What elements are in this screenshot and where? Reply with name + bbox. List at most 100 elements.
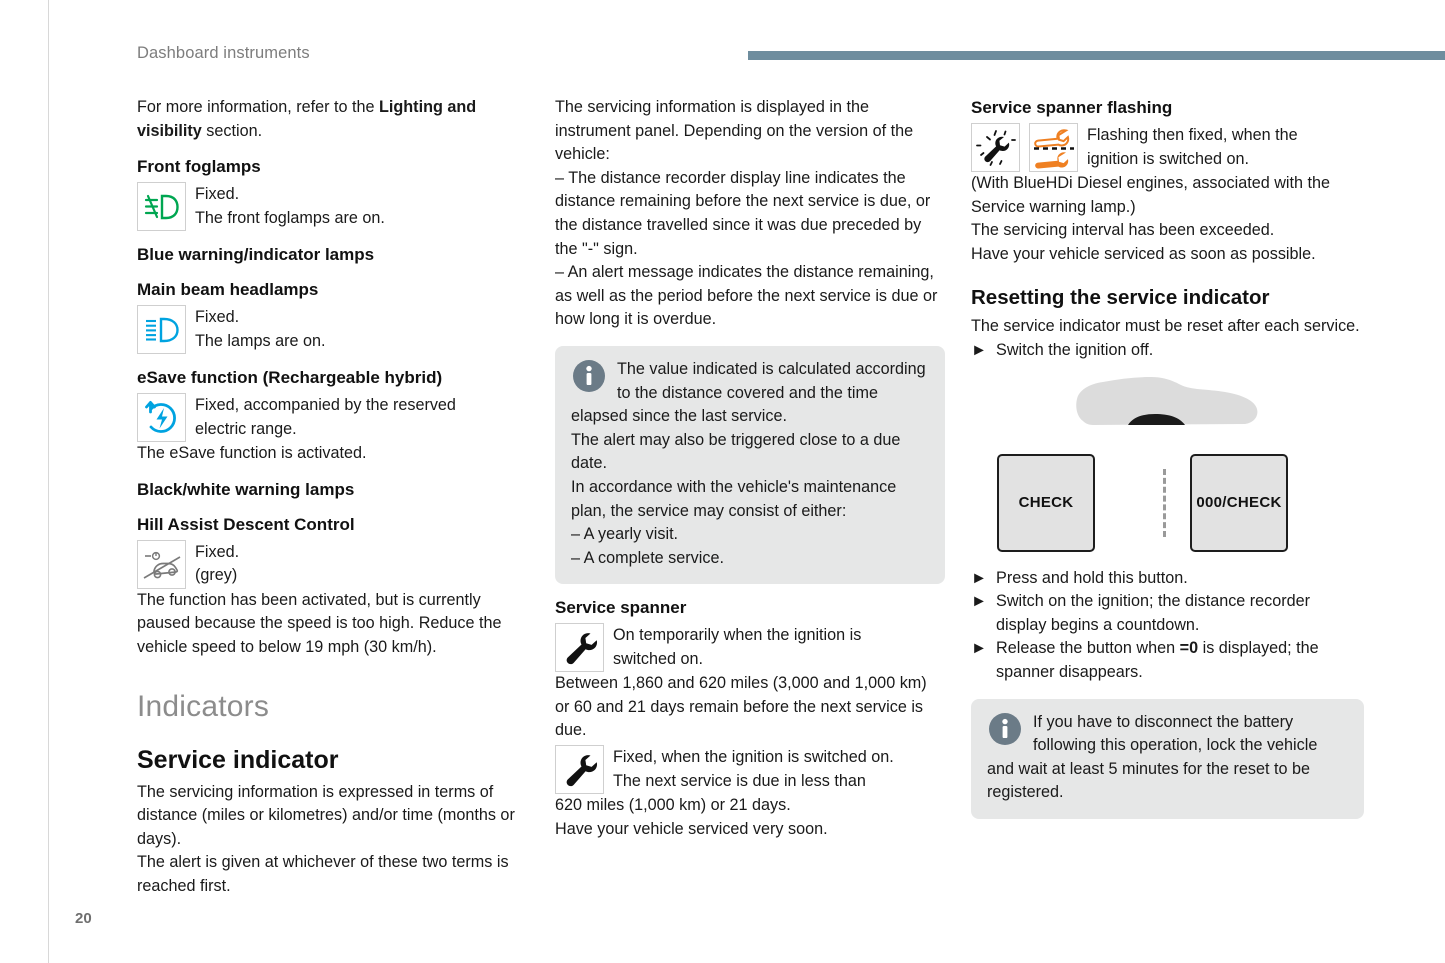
check-button[interactable]: CHECK — [997, 453, 1095, 552]
intro-paragraph: For more information, refer to the Light… — [137, 96, 529, 143]
main-beam-line2: The lamps are on. — [195, 331, 326, 350]
reset-step-3: ► Release the button when =0 is displaye… — [971, 637, 1364, 684]
front-foglamps-line2: The front foglamps are on. — [195, 208, 385, 227]
esave-line1: Fixed, accompanied by the reserved — [195, 396, 456, 415]
heading-spanner-flashing: Service spanner flashing — [971, 98, 1173, 117]
hill-assist-body: The function has been activated, but is … — [137, 590, 502, 656]
esave-icon — [137, 393, 186, 443]
servicing-info-paragraph: The servicing information is displayed i… — [555, 98, 914, 164]
reset-step-0-text: Switch the ignition off. — [996, 340, 1154, 359]
service-indicator-body-1: The servicing information is expressed i… — [137, 782, 515, 848]
esave-after-text: The eSave function is activated. — [137, 444, 367, 463]
callout-line-3: In accordance with the vehicle's mainten… — [571, 477, 897, 520]
column-middle: The servicing information is displayed i… — [555, 96, 945, 841]
esave-row: Fixed, accompanied by the reserved elect… — [137, 393, 529, 443]
hill-assist-descent-control-icon — [137, 539, 186, 589]
heading-blue-lamps: Blue warning/indicator lamps — [137, 245, 375, 265]
heading-esave: eSave function (Rechargeable hybrid) — [137, 368, 443, 388]
heading-main-beam: Main beam headlamps — [137, 280, 319, 300]
spanner-1-line1: On temporarily when the ignition is — [613, 626, 862, 645]
reset-step-3-bold: =0 — [1179, 639, 1199, 658]
esave-text: Fixed, accompanied by the reserved elect… — [195, 393, 456, 441]
heading-hill-assist: Hill Assist Descent Control — [137, 514, 355, 534]
esave-line2: electric range. — [195, 419, 297, 438]
callout-line-1: The value indicated is calculated accord… — [571, 359, 926, 426]
spanner-1-text: On temporarily when the ignition is swit… — [613, 623, 861, 671]
section-heading-indicators: Indicators — [137, 689, 270, 723]
battery-callout-text: If you have to disconnect the battery fo… — [987, 712, 1318, 802]
hill-assist-line1: Fixed. — [195, 542, 240, 561]
info-icon — [989, 712, 1021, 745]
front-foglamps-text: Fixed. The front foglamps are on. — [195, 182, 385, 230]
000-check-button[interactable]: 000/CHECK — [1190, 453, 1288, 552]
main-beam-text: Fixed. The lamps are on. — [195, 305, 325, 353]
diagram-divider — [1163, 468, 1166, 537]
flashing-after-2: The servicing interval has been exceeded… — [971, 221, 1275, 240]
reset-step-1-text: Press and hold this button. — [996, 568, 1188, 587]
callout-item-1: – A yearly visit. — [571, 525, 679, 544]
reset-body: The service indicator must be reset afte… — [971, 317, 1360, 336]
spanner-2-after-1: 620 miles (1,000 km) or 21 days. — [555, 796, 791, 815]
flashing-after-3: Have your vehicle serviced as soon as po… — [971, 244, 1316, 263]
service-spanner-row-2: Fixed, when the ignition is switched on.… — [555, 745, 945, 795]
spanner-flashing-icon — [971, 123, 1020, 172]
triangle-bullet-icon: ► — [971, 592, 988, 611]
front-foglamps-line1: Fixed. — [195, 185, 240, 204]
front-foglamp-icon — [137, 182, 186, 232]
intro-text-2: section. — [201, 121, 263, 140]
heading-front-foglamps: Front foglamps — [137, 157, 261, 177]
triangle-bullet-icon: ► — [971, 568, 988, 587]
spanner-2-after-2: Have your vehicle serviced very soon. — [555, 819, 828, 838]
reset-step-2-text: Switch on the ignition; the distance rec… — [996, 592, 1311, 634]
reset-step-0: ► Switch the ignition off. — [971, 339, 1364, 363]
info-callout-value-calculated: The value indicated is calculated accord… — [555, 345, 945, 585]
spanner-flashing-line1: Flashing then fixed, when the — [1087, 126, 1298, 144]
service-indicator-body-2: The alert is given at whichever of these… — [137, 853, 509, 895]
spanner-icon — [555, 623, 604, 673]
car-silhouette-icon — [1073, 373, 1263, 435]
column-left: For more information, refer to the Light… — [137, 96, 529, 899]
flashing-after-1: (With BlueHDi Diesel engines, associated… — [971, 174, 1330, 216]
callout-line-2: The alert may also be triggered close to… — [571, 430, 901, 473]
spanner-2-line2: The next service is due in less than — [613, 771, 866, 790]
info-icon — [573, 359, 605, 392]
heading-service-spanner: Service spanner — [555, 598, 687, 618]
servicing-bullet-2: – An alert message indicates the distanc… — [555, 263, 938, 329]
spanner-2-line1: Fixed, when the ignition is switched on. — [613, 748, 894, 767]
main-beam-row: Fixed. The lamps are on. — [137, 305, 529, 355]
triangle-bullet-icon: ► — [971, 639, 988, 658]
page-left-divider — [48, 0, 49, 963]
spanner-1-line2: switched on. — [613, 649, 703, 668]
spanner-flashing-alternating-icon — [1029, 123, 1078, 172]
spanner-flashing-row: Flashing then fixed, when the ignition i… — [971, 123, 1364, 172]
hill-assist-text: Fixed. (grey) — [195, 540, 239, 588]
spanner-1-after: Between 1,860 and 620 miles (3,000 and 1… — [555, 674, 927, 740]
hill-assist-line2: (grey) — [195, 566, 238, 585]
page-number: 20 — [75, 910, 92, 927]
spanner-2-text: Fixed, when the ignition is switched on.… — [613, 745, 894, 793]
main-beam-line1: Fixed. — [195, 308, 240, 327]
info-callout-battery: If you have to disconnect the battery fo… — [971, 698, 1364, 819]
service-reset-diagram: CHECK 000/CHECK — [971, 376, 1364, 567]
heading-black-white-lamps: Black/white warning lamps — [137, 479, 355, 499]
manual-page: Dashboard instruments 20 For more inform… — [0, 0, 1445, 963]
callout-item-2: – A complete service. — [571, 548, 724, 567]
service-spanner-row-1: On temporarily when the ignition is swit… — [555, 623, 945, 673]
servicing-bullet-1: – The distance recorder display line ind… — [555, 168, 931, 258]
intro-text-1: For more information, refer to the — [137, 98, 380, 116]
hill-assist-row: Fixed. (grey) — [137, 539, 529, 589]
reset-step-3-pre: Release the button when — [996, 639, 1180, 658]
reset-step-2: ► Switch on the ignition; the distance r… — [971, 590, 1364, 637]
spanner-fixed-icon — [555, 745, 604, 795]
front-foglamps-row: Fixed. The front foglamps are on. — [137, 182, 529, 232]
column-right: Service spanner flashing Flashing then f… — [971, 96, 1364, 819]
reset-step-3-text: Release the button when =0 is displayed;… — [996, 637, 1364, 684]
main-beam-headlamp-icon — [137, 305, 186, 355]
reset-step-1: ► Press and hold this button. — [971, 567, 1364, 591]
section-heading-service-indicator: Service indicator — [137, 745, 339, 774]
spanner-flashing-text: Flashing then fixed, when the ignition i… — [1087, 123, 1298, 171]
triangle-bullet-icon: ► — [971, 340, 988, 359]
page-header-title: Dashboard instruments — [137, 44, 310, 62]
spanner-flashing-line2: ignition is switched on. — [1087, 149, 1249, 168]
heading-resetting-service-indicator: Resetting the service indicator — [971, 286, 1270, 310]
